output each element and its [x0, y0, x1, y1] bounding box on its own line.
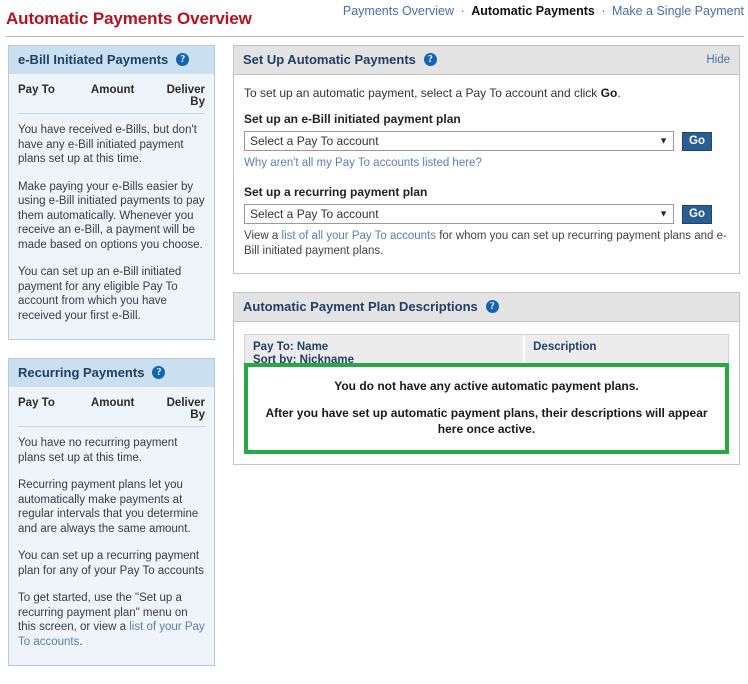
label-recurring-plan: Set up a recurring payment plan	[244, 185, 428, 199]
sidebar-card-body: Pay To Amount Deliver By You have receiv…	[9, 74, 214, 339]
sidebar-card-title: e-Bill Initiated Payments	[18, 52, 169, 67]
chevron-down-icon: ▼	[659, 208, 668, 219]
column-header-pay-to: Pay To	[18, 397, 55, 409]
recurring-plan-select-value: Select a Pay To account	[250, 207, 379, 221]
intro-text: To set up an automatic payment, select a…	[244, 86, 729, 100]
ebill-plan-select-row: Select a Pay To account ▼ Go	[244, 131, 729, 151]
breadcrumb-separator: ·	[601, 4, 606, 18]
table-header-row: Pay To Amount Deliver By	[18, 397, 205, 427]
ebill-plan-select[interactable]: Select a Pay To account ▼	[244, 131, 674, 151]
intro-suffix: .	[617, 86, 621, 100]
sidebar-card-body: Pay To Amount Deliver By You have no rec…	[9, 387, 214, 665]
sidebar-paragraph: You can set up a recurring payment plan …	[18, 550, 204, 577]
sidebar-paragraph: Recurring payment plans let you automati…	[18, 479, 199, 535]
panel-automatic-payment-plan-descriptions: Automatic Payment Plan Descriptions ? Pa…	[233, 292, 740, 465]
panel-body: Pay To: Name Sort by: Nickname Descripti…	[234, 322, 739, 464]
ebill-plan-select-value: Select a Pay To account	[250, 134, 379, 148]
chevron-down-icon: ▼	[659, 135, 668, 146]
sidebar-card-header: Recurring Payments ?	[9, 359, 214, 387]
column-header-deliver-by: Deliver By	[166, 397, 205, 421]
recurring-plan-select-row: Select a Pay To account ▼ Go	[244, 204, 729, 224]
panel-set-up-automatic-payments: Set Up Automatic Payments ? Hide To set …	[233, 45, 740, 274]
panel-title: Automatic Payment Plan Descriptions	[243, 299, 478, 314]
help-icon[interactable]: ?	[152, 366, 166, 379]
nav-link-make-a-single-payment[interactable]: Make a Single Payment	[612, 4, 744, 18]
empty-message-line-2: After you have set up automatic payment …	[265, 406, 708, 436]
page-title: Automatic Payments Overview	[6, 9, 252, 28]
page-header: Automatic Payments Overview Payments Ove…	[0, 0, 748, 38]
sidebar-card-ebill-initiated-payments: e-Bill Initiated Payments ? Pay To Amoun…	[8, 45, 215, 340]
recurring-plan-go-button[interactable]: Go	[682, 204, 712, 224]
help-icon[interactable]: ?	[485, 300, 499, 313]
breadcrumb: Payments Overview · Automatic Payments ·…	[343, 4, 744, 18]
breadcrumb-separator: ·	[460, 4, 465, 18]
header-divider	[6, 36, 744, 37]
column-header-line-name: Pay To: Name	[253, 341, 329, 353]
sidebar-card-recurring-payments: Recurring Payments ? Pay To Amount Deliv…	[8, 358, 215, 666]
sidebar-closing-paragraph: To get started, use the "Set up a recurr…	[18, 591, 205, 649]
panel-header: Set Up Automatic Payments ? Hide	[234, 46, 739, 75]
column-header-deliver-by: Deliver By	[166, 84, 205, 108]
sidebar-paragraph: You have received e-Bills, but don't hav…	[18, 124, 197, 165]
panel-header: Automatic Payment Plan Descriptions ?	[234, 293, 739, 322]
page-layout: e-Bill Initiated Payments ? Pay To Amoun…	[0, 40, 748, 666]
sidebar-paragraph: You have no recurring payment plans set …	[18, 437, 178, 464]
table-header-row: Pay To Amount Deliver By	[18, 84, 205, 114]
column-header-amount: Amount	[90, 84, 135, 96]
intro-prefix: To set up an automatic payment, select a…	[244, 86, 601, 100]
sidebar: e-Bill Initiated Payments ? Pay To Amoun…	[8, 45, 215, 684]
nav-link-payments-overview[interactable]: Payments Overview	[343, 4, 454, 18]
label-ebill-plan: Set up an e-Bill initiated payment plan	[244, 112, 461, 126]
intro-bold-go: Go	[600, 86, 618, 100]
nav-current-automatic-payments: Automatic Payments	[471, 4, 595, 18]
empty-message-line-1: You do not have any active automatic pay…	[334, 379, 639, 393]
link-why-arent-all-accounts-listed[interactable]: Why aren't all my Pay To accounts listed…	[244, 157, 482, 169]
sidebar-card-title: Recurring Payments	[18, 365, 145, 380]
panel-body: To set up an automatic payment, select a…	[234, 75, 739, 273]
column-header-amount: Amount	[90, 397, 135, 409]
help-icon[interactable]: ?	[176, 53, 190, 66]
closing-text-after: .	[79, 635, 83, 648]
hide-link[interactable]: Hide	[706, 54, 730, 66]
main-content: Set Up Automatic Payments ? Hide To set …	[233, 45, 740, 483]
column-header-pay-to: Pay To	[18, 84, 55, 96]
link-list-of-all-pay-to-accounts[interactable]: list of all your Pay To accounts	[282, 230, 436, 242]
sidebar-paragraph: You can set up an e-Bill initiated payme…	[18, 266, 182, 322]
ebill-plan-go-button[interactable]: Go	[682, 131, 712, 151]
recurring-plan-note: View a list of all your Pay To accounts …	[244, 229, 729, 259]
recurring-plan-select[interactable]: Select a Pay To account ▼	[244, 204, 674, 224]
ebill-plan-help-note: Why aren't all my Pay To accounts listed…	[244, 156, 729, 171]
sidebar-paragraph: Make paying your e-Bills easier by using…	[18, 180, 205, 251]
empty-state-message: You do not have any active automatic pay…	[244, 363, 729, 454]
panel-title: Set Up Automatic Payments	[243, 52, 416, 67]
note-prefix: View a	[244, 230, 282, 242]
help-icon[interactable]: ?	[423, 53, 437, 66]
sidebar-card-header: e-Bill Initiated Payments ?	[9, 46, 214, 74]
